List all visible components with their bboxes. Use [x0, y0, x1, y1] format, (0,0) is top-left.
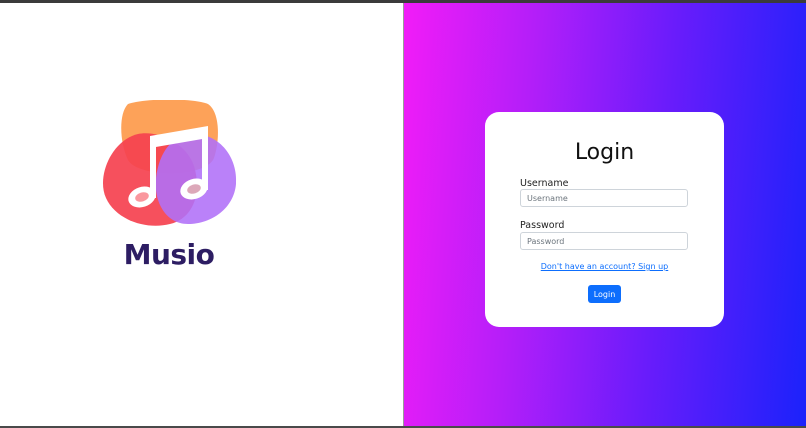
signup-link[interactable]: Don't have an account? Sign up [485, 262, 724, 271]
login-card: Login Username Password Don't have an ac… [485, 112, 724, 327]
password-input[interactable] [520, 232, 688, 250]
username-input[interactable] [520, 189, 688, 207]
username-label: Username [520, 178, 569, 189]
brand-name: Musio [123, 238, 215, 271]
app-window: Musio Login Username Password Don't have… [0, 0, 806, 428]
login-title: Login [574, 140, 635, 165]
login-button[interactable]: Login [588, 285, 621, 303]
music-note-icon [102, 100, 237, 226]
password-label: Password [520, 220, 565, 231]
